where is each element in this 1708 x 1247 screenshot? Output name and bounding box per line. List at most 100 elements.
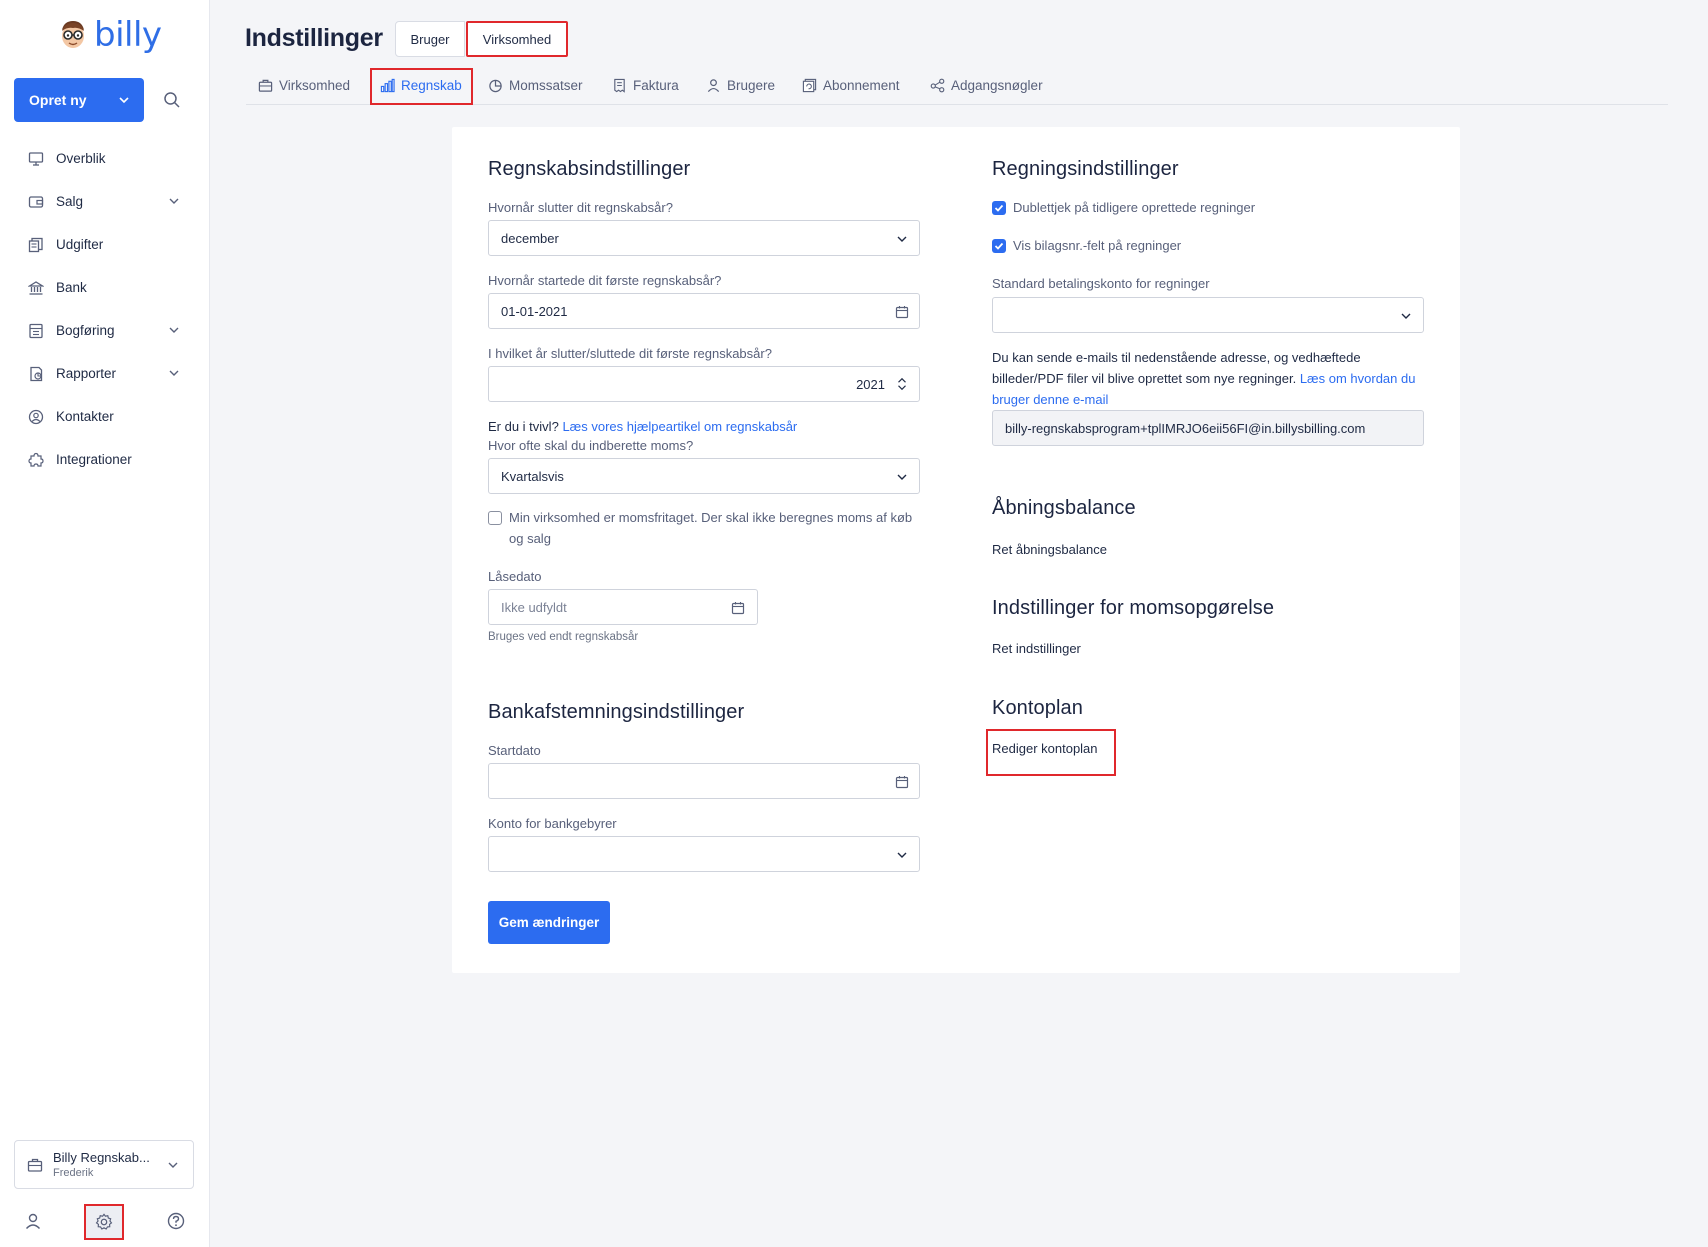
payment-account-select[interactable] [992, 297, 1424, 333]
vat-frequency-select[interactable]: Kvartalsvis [488, 458, 920, 494]
search-icon[interactable] [163, 91, 181, 109]
edit-opening-balance-link[interactable]: Ret åbningsbalance [992, 539, 1107, 560]
bill-email-address-field[interactable]: billy-regnskabsprogram+tplIMRJO6eii56FI@… [992, 410, 1424, 446]
vat-exempt-label: Min virksomhed er momsfritaget. Der skal… [509, 507, 912, 549]
first-end-year-stepper[interactable]: 2021 [488, 366, 920, 402]
tab-brugere[interactable]: Brugere [706, 66, 775, 104]
fiscal-end-value: december [501, 230, 559, 246]
vat-frequency-label: Hvor ofte skal du indberette moms? [488, 438, 694, 453]
chevron-down-icon[interactable] [168, 324, 180, 336]
tab-adgangsnogler[interactable]: Adgangsnøgler [930, 66, 1043, 104]
organization-name: Billy Regnskab... [53, 1149, 150, 1165]
save-changes-button[interactable]: Gem ændringer [488, 901, 610, 944]
voucher-field-label: Vis bilagsnr.-felt på regninger [1013, 238, 1182, 253]
sidebar-item-udgifter[interactable]: Udgifter [0, 223, 210, 266]
bill-email-description: Du kan sende e-mails til nedenstående ad… [992, 347, 1432, 410]
voucher-field-checkbox[interactable] [992, 239, 1006, 253]
duplicate-check-checkbox[interactable] [992, 201, 1006, 215]
sidebar-item-label: Integrationer [56, 452, 132, 467]
fiscal-year-help-link[interactable]: Læs vores hjælpeartikel om regnskabsår [562, 419, 797, 434]
puzzle-icon [28, 452, 44, 467]
sidebar-item-bogforing[interactable]: Bogføring [0, 309, 210, 352]
calendar-icon[interactable] [895, 305, 909, 319]
bank-fee-account-label: Konto for bankgebyrer [488, 816, 617, 831]
fiscal-end-select[interactable]: december [488, 220, 920, 256]
bill-email-help-link[interactable]: Læs om hvordan du [1300, 371, 1416, 386]
section-title-vat-report: Indstillinger for momsopgørelse [992, 597, 1275, 619]
sidebar-item-label: Kontakter [56, 409, 114, 424]
ledger-icon [29, 323, 43, 338]
vat-exempt-checkbox[interactable] [488, 511, 502, 525]
sidebar: billy Opret ny Overblik Salg Udgifter Ba… [0, 0, 210, 1247]
sidebar-item-integrationer[interactable]: Integrationer [0, 438, 210, 481]
tab-abonnement[interactable]: Abonnement [802, 66, 900, 104]
share-key-icon [930, 78, 945, 92]
lock-date-label: Låsedato [488, 569, 542, 584]
section-title-bank-reconciliation: Bankafstemningsindstillinger [488, 701, 745, 723]
profile-icon[interactable] [23, 1211, 43, 1231]
sidebar-item-rapporter[interactable]: Rapporter [0, 352, 210, 395]
briefcase-icon [258, 79, 273, 92]
chevron-down-icon [897, 852, 907, 858]
lock-date-help: Bruges ved endt regnskabsår [488, 631, 639, 643]
segment-user[interactable]: Bruger [395, 21, 465, 57]
wallet-icon [28, 195, 44, 208]
organization-info: Billy Regnskab... Frederik [53, 1150, 150, 1180]
doubt-text: Er du i tvivl? [488, 419, 559, 434]
edit-vat-settings-link[interactable]: Ret indstillinger [992, 638, 1081, 659]
bank-start-date-input[interactable] [488, 763, 920, 799]
tab-label: Abonnement [823, 77, 900, 93]
sidebar-item-bank[interactable]: Bank [0, 266, 210, 309]
check-icon [994, 204, 1004, 212]
create-new-button[interactable]: Opret ny [14, 78, 144, 122]
bill-email-help-link-cont[interactable]: bruger denne e-mail [992, 389, 1432, 410]
gear-icon [95, 1213, 113, 1230]
tab-label: Faktura [633, 77, 679, 93]
billy-face-icon [62, 21, 84, 48]
sidebar-item-overblik[interactable]: Overblik [0, 137, 210, 180]
fiscal-end-label: Hvornår slutter dit regnskabsår? [488, 200, 673, 215]
edit-chart-of-accounts-link[interactable]: Rediger kontoplan [992, 738, 1098, 759]
help-icon[interactable] [166, 1211, 186, 1231]
sidebar-item-label: Overblik [56, 151, 106, 166]
bank-fee-account-select[interactable] [488, 836, 920, 872]
segment-company[interactable]: Virksomhed [466, 21, 568, 57]
sidebar-nav: Overblik Salg Udgifter Bank Bogføring Ra… [0, 137, 210, 481]
receipts-icon [28, 237, 43, 252]
calendar-icon[interactable] [731, 601, 745, 615]
vat-exempt-line1: Min virksomhed er momsfritaget. Der skal… [509, 510, 913, 525]
page-title: Indstillinger [245, 24, 383, 52]
chevron-down-icon[interactable] [168, 195, 180, 207]
doubt-line: Er du i tvivl? Læs vores hjælpeartikel o… [488, 416, 797, 437]
tab-highlight-frame [370, 68, 473, 105]
bill-email-address: billy-regnskabsprogram+tplIMRJO6eii56FI@… [1005, 420, 1366, 436]
chevron-down-icon [897, 474, 907, 480]
report-icon [30, 366, 43, 381]
invoice-icon [614, 78, 625, 93]
sidebar-item-kontakter[interactable]: Kontakter [0, 395, 210, 438]
tab-faktura[interactable]: Faktura [612, 66, 679, 104]
organization-switcher[interactable]: Billy Regnskab... Frederik [14, 1140, 194, 1189]
tab-label: Brugere [727, 77, 776, 93]
tab-momssatser[interactable]: Momssatser [488, 66, 583, 104]
stepper-arrows-icon[interactable] [895, 377, 909, 391]
check-icon [994, 242, 1004, 250]
section-title-chart-of-accounts: Kontoplan [992, 697, 1083, 719]
sidebar-item-label: Udgifter [56, 237, 104, 252]
first-start-date-input[interactable]: 01-01-2021 [488, 293, 920, 329]
first-start-label: Hvornår startede dit første regnskabsår? [488, 273, 722, 288]
tab-label: Adgangsnøgler [951, 77, 1043, 93]
settings-button[interactable] [84, 1204, 124, 1240]
vat-frequency-value: Kvartalsvis [501, 468, 564, 484]
chevron-down-icon[interactable] [168, 367, 180, 379]
sidebar-item-label: Bogføring [56, 323, 115, 338]
lock-date-input[interactable]: Ikke udfyldt [488, 589, 758, 625]
first-end-year-value: 2021 [856, 376, 885, 392]
calendar-icon[interactable] [895, 775, 909, 789]
tab-virksomhed[interactable]: Virksomhed [258, 66, 350, 104]
billy-logo[interactable]: billy [56, 18, 162, 52]
chevron-down-icon [119, 97, 129, 104]
sidebar-item-salg[interactable]: Salg [0, 180, 210, 223]
logo-text: billy [94, 15, 162, 55]
section-title-bills: Regningsindstillinger [992, 158, 1179, 180]
